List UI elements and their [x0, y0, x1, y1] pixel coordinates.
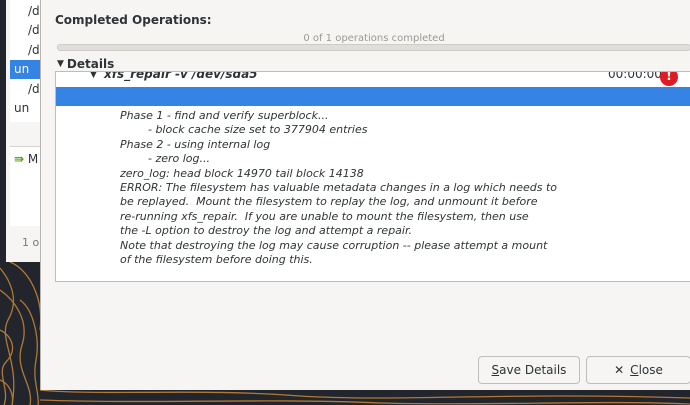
triangle-down-icon: ▼	[57, 59, 64, 69]
operation-time: 00:00:00	[608, 71, 662, 81]
log-line: ERROR: The filesystem has valuable metad…	[120, 181, 557, 195]
arrow-right-icon: ⇛	[14, 152, 25, 166]
pending-operation-row[interactable]: ⇛ M	[14, 152, 38, 166]
log-line: re-running xfs_repair. If you are unable…	[120, 209, 529, 223]
details-expander[interactable]: ▼ Details	[57, 57, 114, 71]
progress-bar	[57, 44, 690, 51]
command-output-log: Phase 1 - find and verify superblock... …	[120, 109, 680, 267]
operation-row[interactable]: ▼ xfs_repair -v /dev/sda5 00:00:00 !	[56, 71, 690, 86]
close-button[interactable]: ✕ Close	[586, 356, 690, 384]
log-line: zero_log: head block 14970 tail block 14…	[120, 166, 364, 180]
details-tree-view: ▼ xfs_repair -v /dev/sda5 00:00:00 ! Pha…	[55, 71, 690, 282]
apply-operations-dialog: Completed Operations: 0 of 1 operations …	[40, 0, 690, 390]
close-label: Close	[630, 363, 663, 377]
log-line: Phase 1 - find and verify superblock...	[120, 109, 329, 122]
log-line: be replayed. Mount the filesystem to rep…	[120, 195, 538, 209]
progress-text: 0 of 1 operations completed	[303, 33, 445, 44]
selected-subtask-row[interactable]	[56, 87, 690, 106]
log-line: Phase 2 - using internal log	[120, 137, 271, 151]
close-icon: ✕	[614, 363, 625, 377]
save-details-button[interactable]: Save Details	[478, 356, 580, 384]
operation-name: xfs_repair -v /dev/sda5	[104, 71, 258, 81]
pending-operation-label: M	[27, 152, 39, 166]
log-line: - zero log...	[120, 152, 210, 166]
log-line: the -L option to destroy the log and att…	[120, 224, 412, 238]
completed-operations-title: Completed Operations:	[55, 13, 212, 27]
triangle-down-icon[interactable]: ▼	[90, 72, 97, 80]
log-line: - block cache size set to 377904 entries	[120, 123, 368, 137]
log-line: of the filesystem before doing this.	[120, 253, 313, 267]
error-icon: !	[660, 72, 678, 86]
details-label: Details	[66, 57, 115, 71]
save-details-label: Save Details	[491, 363, 567, 377]
log-line: Note that destroying the log may cause c…	[120, 238, 548, 252]
